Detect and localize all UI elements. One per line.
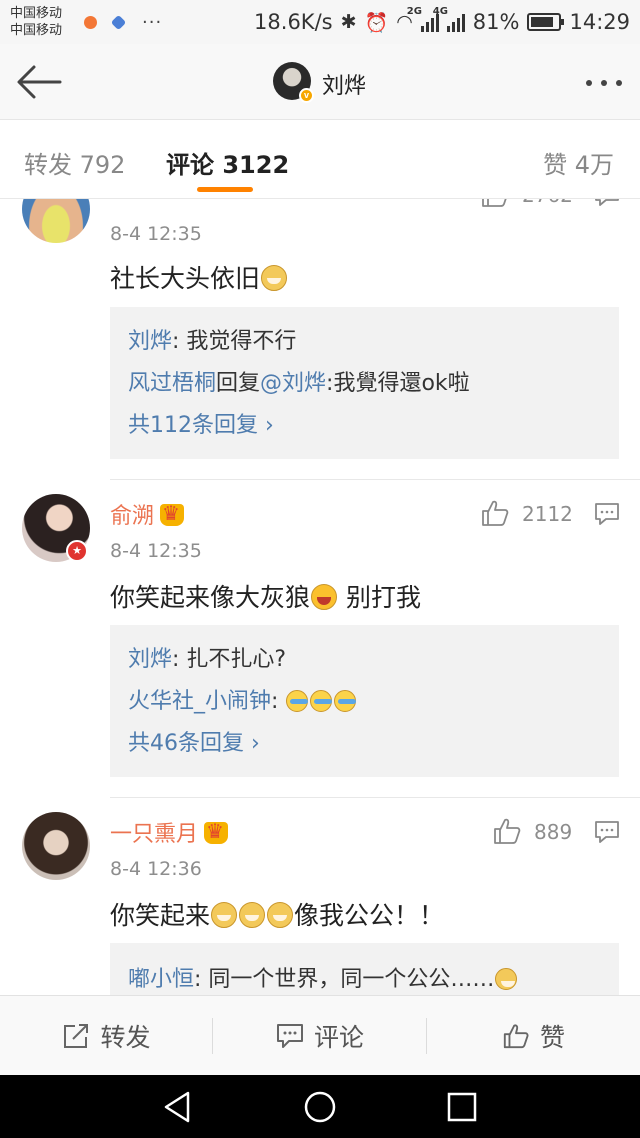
reply-icon[interactable] — [594, 199, 620, 207]
comment-label: 评论 — [313, 1023, 364, 1052]
tab-like[interactable]: 赞 4万 — [543, 145, 614, 180]
reply-icon[interactable] — [594, 502, 620, 526]
author-avatar[interactable]: v — [273, 62, 314, 103]
doge-emoji-icon — [239, 902, 266, 928]
reply-line: 风过梧桐回复@刘烨:我覺得還ok啦 — [128, 371, 470, 396]
more-replies-link[interactable]: 共46条回复 › — [128, 725, 260, 757]
more-options-button[interactable] — [586, 80, 622, 86]
status-bar: 中国移动 中国移动 ··· 18.6K/s ✱ ⏰ ◠ 2G 4G 81% 14… — [0, 0, 640, 44]
system-nav-bar — [0, 1075, 640, 1138]
reply-box[interactable]: 刘烨: 我觉得不行 风过梧桐回复@刘烨:我覺得還ok啦 共112条回复 › — [110, 307, 619, 459]
doge-emoji-icon — [261, 265, 288, 291]
comment-button[interactable]: 评论 — [213, 996, 427, 1076]
doge-emoji-icon — [495, 968, 518, 990]
bottom-action-bar: 转发 评论 赞 — [0, 995, 640, 1075]
tab-repost[interactable]: 转发 792 — [24, 145, 125, 180]
doge-emoji-icon — [267, 902, 294, 928]
verified-badge-icon: v — [299, 88, 314, 103]
like-count: 889 — [534, 820, 573, 844]
battery-icon — [527, 13, 565, 31]
reply-line: 刘烨: 扎不扎心? — [128, 647, 287, 672]
active-tab-indicator — [197, 187, 253, 192]
laugh-emoji-icon — [311, 584, 338, 610]
signal-4g-icon: 4G — [433, 6, 465, 32]
reply-line: 火华社_小闹钟: — [128, 683, 357, 715]
crown-badge-icon — [204, 819, 229, 844]
reply-line: 嘟小恒: 同一个世界，同一个公公…… — [128, 961, 518, 993]
notification-app-icon-2 — [110, 14, 127, 30]
carrier-1: 中国移动 — [10, 6, 63, 21]
share-icon — [64, 1024, 89, 1048]
comment-text: 社长大头依旧 — [110, 259, 288, 295]
reply-line: 刘烨: 我觉得不行 — [128, 329, 297, 354]
thumbs-up-icon[interactable] — [492, 816, 522, 846]
clock: 14:29 — [569, 10, 630, 34]
reply-box[interactable]: 刘烨: 扎不扎心? 火华社_小闹钟: 共46条回复 › — [110, 625, 619, 777]
notification-app-icon — [84, 15, 97, 29]
doge-emoji-icon — [211, 902, 238, 928]
comment-item: 一只熏月 889 8-4 12:36 你笑起来像我公公！！ 嘟小恒: 同一个世界… — [0, 798, 640, 995]
repost-label: 转发 — [100, 1023, 151, 1052]
reply-box[interactable]: 嘟小恒: 同一个世界，同一个公公…… — [110, 943, 619, 995]
carrier-info: 中国移动 中国移动 — [10, 5, 72, 39]
page-title[interactable]: 刘烨 — [322, 68, 366, 100]
carrier-2: 中国移动 — [10, 23, 63, 38]
comment-text: 你笑起来 像我公公！！ — [110, 901, 445, 930]
repost-button[interactable]: 转发 — [0, 996, 213, 1076]
alarm-icon: ⏰ — [364, 11, 389, 34]
comment-time: 8-4 12:35 — [110, 223, 202, 245]
arrow-left-icon — [17, 65, 62, 99]
comment-item: 赵文 2762 8-4 12:35 社长大头依旧 刘烨: 我觉得不行 风过梧桐回… — [0, 199, 640, 479]
reply-icon[interactable] — [594, 820, 620, 844]
comment-time: 8-4 12:36 — [110, 858, 202, 880]
back-button[interactable] — [16, 64, 62, 100]
cry-laugh-emoji-icon — [310, 690, 333, 712]
comment-username[interactable]: 俞溯 — [110, 498, 185, 530]
comment-icon — [276, 1024, 303, 1048]
nav-recents-icon[interactable] — [444, 1089, 480, 1125]
like-count: 2112 — [522, 502, 573, 526]
thumbs-up-icon[interactable] — [480, 498, 510, 528]
battery-percent: 81% — [472, 10, 520, 34]
more-notifications-icon: ··· — [142, 11, 163, 33]
like-count: 2762 — [522, 199, 573, 207]
comment-item: ★ 俞溯 2112 8-4 12:35 你笑起来像大灰狼 别打我 刘烨: 扎不扎… — [0, 480, 640, 797]
thumbs-up-icon — [503, 1024, 529, 1049]
net-speed: 18.6K/s — [254, 10, 333, 34]
nav-back-icon[interactable] — [160, 1089, 196, 1125]
more-replies-link[interactable]: 共112条回复 › — [128, 407, 274, 439]
nav-home-icon[interactable] — [302, 1089, 338, 1125]
bluetooth-icon: ✱ — [340, 11, 357, 33]
avatar[interactable] — [22, 199, 90, 243]
comment-text: 你笑起来像大灰狼 别打我 — [110, 583, 421, 612]
more-dots-icon — [586, 80, 592, 86]
cry-laugh-emoji-icon — [334, 690, 357, 712]
comment-time: 8-4 12:35 — [110, 540, 202, 562]
like-button[interactable]: 赞 — [427, 996, 640, 1076]
cry-laugh-emoji-icon — [286, 690, 309, 712]
tab-bar: 转发 792 评论 3122 赞 4万 — [0, 121, 640, 199]
comment-list[interactable]: 赵文 2762 8-4 12:35 社长大头依旧 刘烨: 我觉得不行 风过梧桐回… — [0, 199, 640, 995]
crown-badge-icon — [160, 501, 185, 526]
top-nav-bar: v 刘烨 — [0, 44, 640, 120]
like-label: 赞 — [539, 1023, 565, 1052]
vip-badge-icon: ★ — [66, 540, 88, 562]
avatar[interactable] — [22, 812, 90, 880]
thumbs-up-icon[interactable] — [480, 199, 510, 209]
comment-username[interactable]: 一只熏月 — [110, 816, 229, 848]
